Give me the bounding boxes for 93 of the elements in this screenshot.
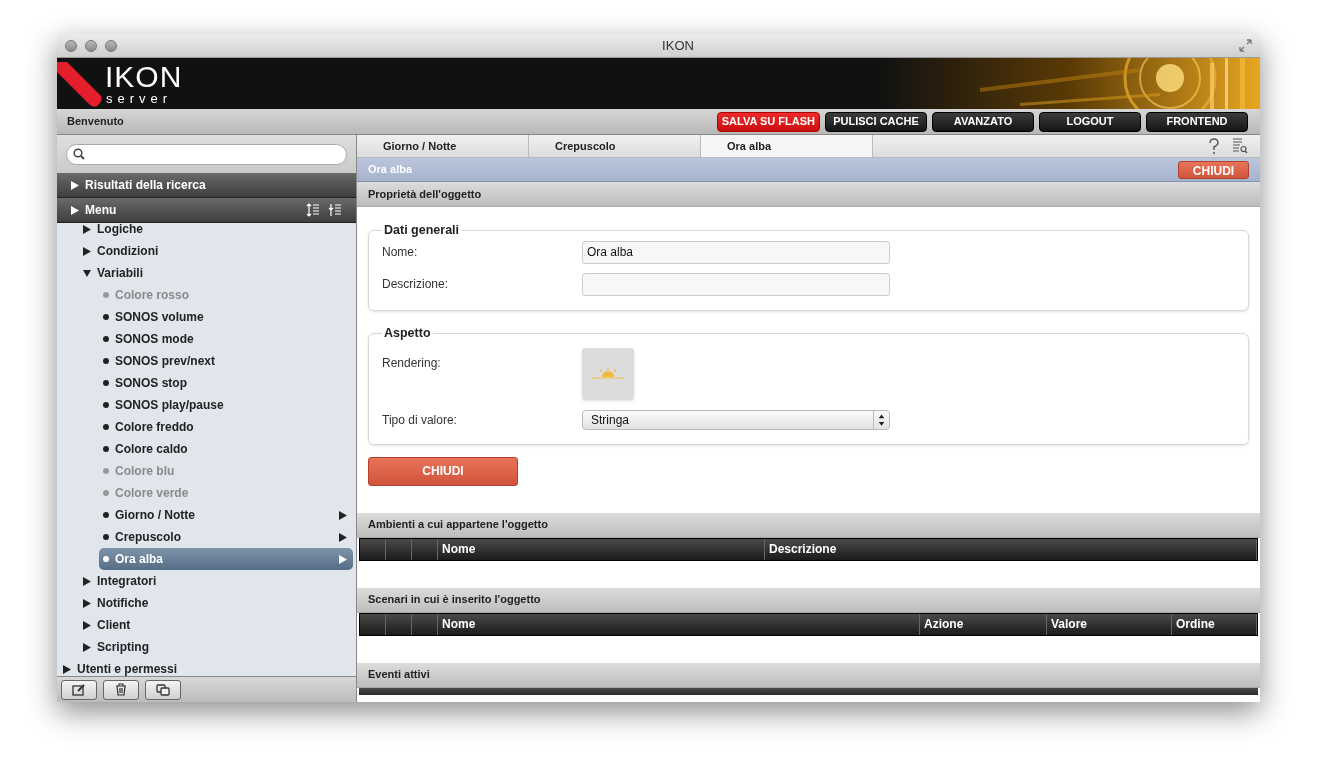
column-header[interactable]: Descrizione [769,540,837,558]
bullet-icon [103,468,109,474]
section-title: Proprietà dell'oggetto [368,186,482,202]
tree-item[interactable]: SONOS mode [99,328,353,350]
description-field[interactable] [582,272,890,296]
bullet-icon [103,446,109,452]
trash-icon [115,683,127,696]
help-icon[interactable] [1208,137,1220,155]
toolbar-button[interactable]: AVANZATO [932,111,1034,132]
tree-item[interactable]: Utenti e permessi [77,660,178,676]
sunrise-icon [592,366,624,381]
window-control[interactable] [105,39,117,52]
bullet-icon [103,292,109,298]
collapse-all-icon[interactable] [328,203,342,217]
section-title: Scenari in cui è inserito l'oggetto [368,592,541,608]
logo-subtitle: server [106,92,174,105]
tree-item[interactable]: SONOS volume [99,306,353,328]
object-title: Ora alba [368,162,414,178]
panel-legend: Dati generali [382,221,462,240]
window-title: IKON [661,36,695,55]
column-header[interactable]: Valore [1051,615,1088,633]
copy-icon [156,683,170,696]
logo-text: IKON [105,62,183,92]
window-control[interactable] [65,39,77,52]
field-label: Nome: [382,244,419,262]
column-header[interactable]: Azione [924,615,964,633]
tree-item[interactable]: SONOS prev/next [99,350,353,372]
toolbar-button[interactable]: LOGOUT [1039,111,1141,132]
bullet-icon [103,424,109,430]
section-title: Ambienti a cui appartene l'oggetto [368,517,548,533]
expanded-triangle-icon[interactable] [83,268,91,278]
search-field[interactable] [66,143,347,165]
bullet-icon [103,336,109,342]
expand-all-icon[interactable] [306,203,320,217]
tree-item[interactable]: Giorno / Notte [99,504,353,526]
tree-item[interactable]: Colore freddo [99,416,353,438]
field-label: Tipo di valore: [382,411,458,429]
collapsed-triangle-icon[interactable] [83,576,91,586]
collapsed-triangle-icon[interactable] [83,598,91,608]
edit-icon [72,683,86,696]
close-button[interactable]: CHIUDI [1178,160,1249,179]
fullscreen-icon[interactable] [1239,39,1252,52]
tree-item[interactable]: Condizioni [97,242,159,260]
logo-icon [57,60,103,108]
section-title: Eventi attivi [368,667,430,683]
bullet-icon [103,490,109,496]
value-type-select[interactable]: Stringa [582,409,890,430]
tab[interactable]: Giorno / Notte [357,135,529,157]
tree-item[interactable]: SONOS play/pause [99,394,353,416]
tree-item[interactable]: Client [97,616,131,634]
collapsed-triangle-icon[interactable] [83,642,91,652]
delete-button[interactable] [103,679,139,700]
bullet-icon [103,380,109,386]
column-header[interactable]: Ordine [1176,615,1215,633]
name-field[interactable]: Ora alba [582,240,890,264]
collapsed-triangle-icon[interactable] [339,532,347,542]
tree-item[interactable]: Scripting [97,638,149,656]
bullet-icon [103,512,109,518]
collapsed-triangle-icon[interactable] [83,620,91,630]
toolbar-button[interactable]: FRONTEND [1146,111,1248,132]
toolbar-button[interactable]: SALVA SU FLASH [716,111,820,132]
column-header[interactable]: Nome [442,540,476,558]
toolbar-button[interactable]: PULISCI CACHE [825,111,927,132]
field-label: Descrizione: [382,276,450,294]
tree-item[interactable]: Colore caldo [99,438,353,460]
collapsed-triangle-icon[interactable] [71,180,79,190]
tab[interactable]: Ora alba [701,135,873,157]
tree-item[interactable]: SONOS stop [99,372,353,394]
tree-item[interactable]: Logiche [97,220,143,238]
tree-item[interactable]: Notifiche [97,594,149,612]
edit-button[interactable] [61,679,97,700]
welcome-text: Benvenuto [67,114,125,130]
duplicate-button[interactable] [145,679,181,700]
sidebar-section[interactable]: Menu [57,198,356,223]
bullet-icon [103,402,109,408]
tree-item[interactable]: Integratori [97,572,157,590]
panel-legend: Aspetto [382,323,433,343]
bullet-icon [103,358,109,364]
window-control[interactable] [85,39,97,52]
list-search-icon[interactable] [1232,138,1248,154]
tree-item[interactable]: Crepuscolo [99,526,353,548]
collapsed-triangle-icon[interactable] [83,246,91,256]
bullet-icon [103,314,109,320]
collapsed-triangle-icon[interactable] [339,510,347,520]
column-header[interactable]: Nome [442,615,476,633]
tree-item[interactable]: Ora alba [99,548,353,570]
search-icon [73,148,85,160]
collapsed-triangle-icon[interactable] [63,664,71,674]
bullet-icon [103,556,109,562]
tree-item[interactable]: Variabili [97,264,144,282]
bullet-icon [103,534,109,540]
field-label: Rendering: [382,354,442,372]
sidebar-section[interactable]: Risultati della ricerca [57,173,356,198]
